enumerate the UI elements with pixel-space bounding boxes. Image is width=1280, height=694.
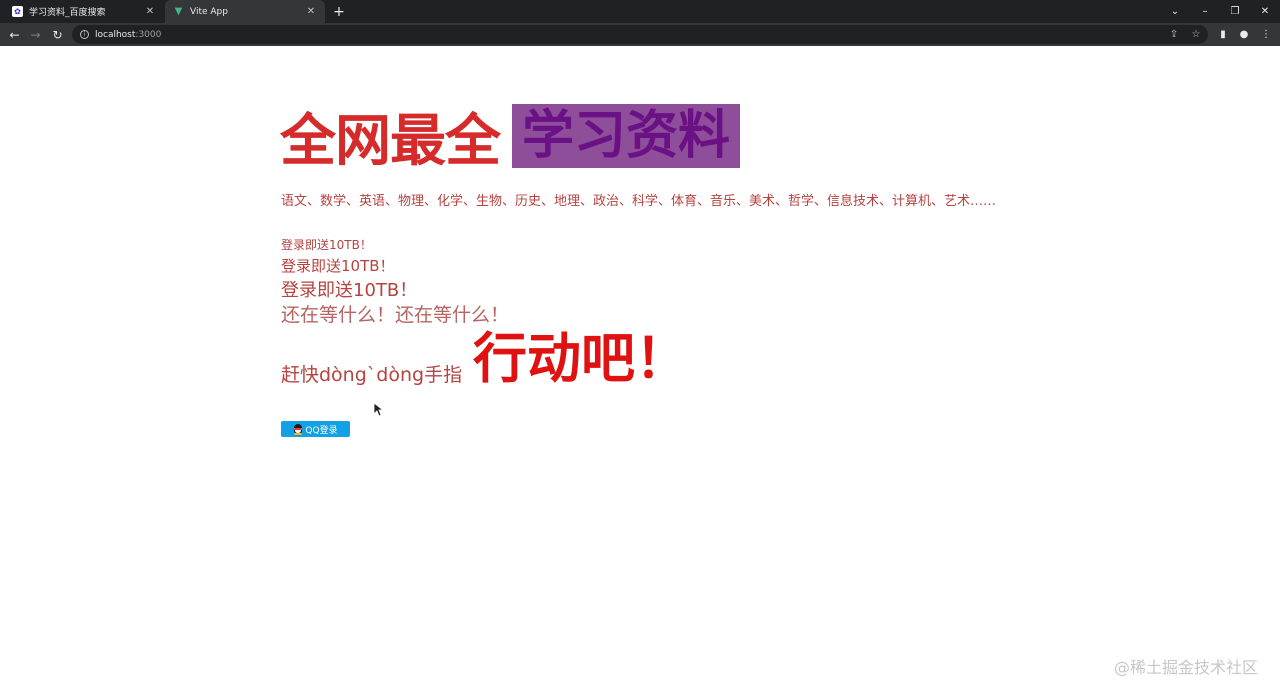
hurry-text: 赶快dòng`dòng手指 — [281, 364, 463, 386]
qq-login-label: QQ登录 — [305, 425, 338, 436]
tab-title: 学习资料_百度搜索 — [29, 8, 106, 18]
bookmark-star-icon[interactable]: ☆ — [1189, 27, 1203, 41]
menu-kebab-icon[interactable]: ⋮ — [1258, 26, 1274, 42]
subjects-list: 语文、数学、英语、物理、化学、生物、历史、地理、政治、科学、体育、音乐、美术、哲… — [281, 194, 997, 209]
tab-title: Vite App — [190, 6, 228, 17]
qq-penguin-icon — [293, 423, 303, 435]
qq-login-button[interactable]: QQ登录 — [281, 421, 350, 437]
window-close-icon[interactable]: ✕ — [1250, 0, 1280, 23]
side-panel-icon[interactable]: ▮ — [1215, 26, 1231, 42]
forward-arrow-icon[interactable]: → — [27, 26, 44, 43]
tab-vite-app[interactable]: ▼ Vite App ✕ — [165, 0, 325, 23]
new-tab-button[interactable]: + — [330, 3, 348, 21]
tab-baidu-search[interactable]: ✿ 学习资料_百度搜索 ✕ — [4, 0, 164, 23]
promo-line-small: 登录即送10TB！ — [281, 238, 372, 252]
profile-icon[interactable]: ● — [1236, 26, 1252, 42]
restore-icon[interactable]: ❐ — [1220, 0, 1250, 23]
url-port: :3000 — [135, 29, 162, 40]
browser-tab-strip: ✿ 学习资料_百度搜索 ✕ ▼ Vite App ✕ + ⌄ – ❐ ✕ — [0, 0, 1280, 23]
site-info-icon[interactable]: i — [80, 30, 89, 39]
watermark: @稀土掘金技术社区 — [1113, 658, 1258, 677]
share-icon[interactable]: ⇪ — [1167, 27, 1181, 41]
headline-red-text: 全网最全 — [280, 108, 501, 172]
back-arrow-icon[interactable]: ← — [6, 26, 23, 43]
browser-toolbar: ← → ↻ i localhost :3000 ⇪ ☆ ▮ ● ⋮ — [0, 23, 1280, 46]
close-icon[interactable]: ✕ — [144, 6, 156, 18]
page-viewport: 全网最全 学习资料 语文、数学、英语、物理、化学、生物、历史、地理、政治、科学、… — [0, 46, 1280, 694]
tab-search-chevron-icon[interactable]: ⌄ — [1160, 0, 1190, 23]
baidu-paw-icon: ✿ — [12, 6, 23, 17]
close-icon[interactable]: ✕ — [305, 6, 317, 18]
vite-logo-icon: ▼ — [174, 6, 183, 17]
address-bar[interactable]: i localhost :3000 ⇪ ☆ — [72, 25, 1208, 44]
minimize-icon[interactable]: – — [1190, 0, 1220, 23]
reload-icon[interactable]: ↻ — [49, 26, 66, 43]
action-text: 行动吧！ — [473, 329, 689, 389]
promo-line-large: 登录即送10TB！ — [281, 280, 418, 301]
promo-line-medium: 登录即送10TB！ — [281, 257, 395, 275]
url-host: localhost — [95, 29, 136, 40]
page-headline: 全网最全 学习资料 — [280, 104, 741, 172]
headline-highlight-box: 学习资料 — [512, 104, 741, 168]
